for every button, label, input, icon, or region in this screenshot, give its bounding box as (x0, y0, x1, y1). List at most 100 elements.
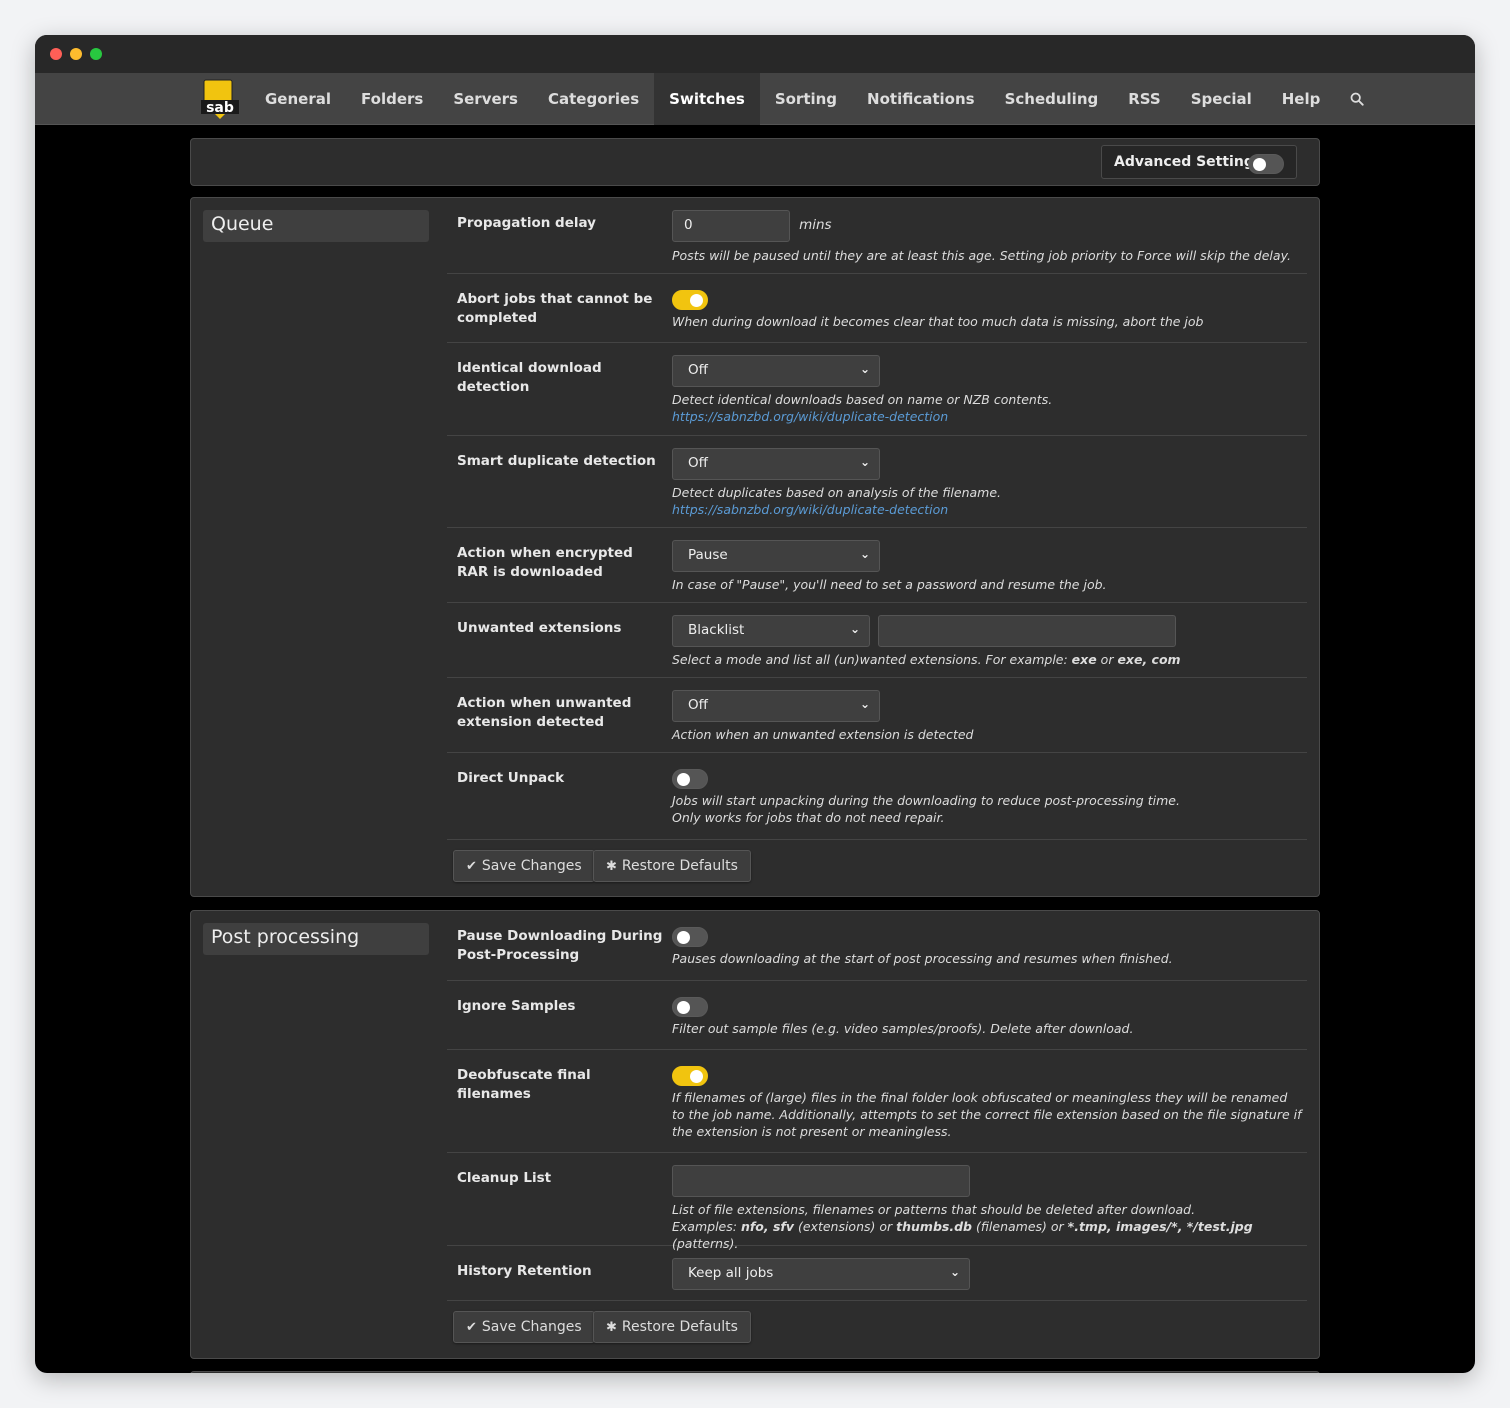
unwanted-mode-value: Blacklist (688, 622, 745, 638)
asterisk-icon: ✱ (606, 1319, 617, 1335)
smart-duplicate-link[interactable]: https://sabnzbd.org/wiki/duplicate-detec… (672, 501, 1302, 518)
direct-unpack-desc-2: Only works for jobs that do not need rep… (672, 810, 945, 825)
nav-notifications[interactable]: Notifications (852, 73, 990, 125)
maximize-window-button[interactable] (90, 48, 102, 60)
post-restore-button[interactable]: ✱ Restore Defaults (593, 1311, 751, 1343)
post-processing-section: Post processing Pause Downloading During… (190, 910, 1320, 1359)
identical-detection-select[interactable]: Off ⌄ (672, 355, 880, 387)
cleanup-list-desc: List of file extensions, filenames or pa… (672, 1202, 1196, 1217)
history-retention-select[interactable]: Keep all jobs ⌄ (672, 1258, 970, 1290)
ignore-samples-toggle[interactable] (672, 997, 708, 1017)
pause-downloading-desc: Pauses downloading at the start of post … (672, 951, 1173, 966)
logo-text: sab (206, 100, 234, 116)
history-retention-value: Keep all jobs (688, 1265, 774, 1281)
title-bar (35, 35, 1475, 73)
close-window-button[interactable] (50, 48, 62, 60)
setting-encrypted-rar: Action when encrypted RAR is downloaded … (447, 528, 1307, 603)
sab-logo[interactable]: sab (199, 78, 241, 120)
encrypted-rar-value: Pause (688, 547, 728, 563)
setting-unwanted-extensions: Unwanted extensions Blacklist ⌄ Select a… (447, 603, 1307, 678)
unwanted-extensions-input[interactable] (878, 615, 1177, 647)
setting-history-retention: History Retention Keep all jobs ⌄ (447, 1246, 1307, 1301)
chevron-down-icon: ⌄ (859, 697, 870, 711)
nav-rss[interactable]: RSS (1113, 73, 1175, 125)
direct-unpack-desc-1: Jobs will start unpacking during the dow… (672, 793, 1180, 808)
setting-pause-downloading: Pause Downloading During Post-Processing… (447, 911, 1307, 981)
nav-general[interactable]: General (250, 73, 346, 125)
settings-content: Advanced Settings Queue Propagation dela… (35, 125, 1475, 1373)
unwanted-action-label: Action when unwanted extension detected (457, 695, 632, 730)
minimize-window-button[interactable] (70, 48, 82, 60)
setting-identical-detection: Identical download detection Off ⌄ Detec… (447, 343, 1307, 436)
nav-servers[interactable]: Servers (438, 73, 533, 125)
cleanup-list-label: Cleanup List (457, 1170, 552, 1186)
direct-unpack-label: Direct Unpack (457, 770, 565, 786)
cleanup-list-input[interactable] (672, 1165, 970, 1197)
abort-jobs-label: Abort jobs that cannot be completed (457, 291, 653, 326)
advanced-settings-toggle-box[interactable]: Advanced Settings (1101, 145, 1297, 179)
unwanted-action-desc: Action when an unwanted extension is det… (672, 727, 974, 742)
unwanted-extensions-label: Unwanted extensions (457, 620, 622, 636)
unwanted-action-select[interactable]: Off ⌄ (672, 690, 880, 722)
nav-switches[interactable]: Switches (654, 73, 760, 125)
encrypted-rar-label: Action when encrypted RAR is downloaded (457, 545, 633, 580)
deobfuscate-desc: If filenames of (large) files in the fin… (672, 1090, 1302, 1139)
chevron-down-icon: ⌄ (949, 1265, 960, 1279)
queue-save-button[interactable]: ✔ Save Changes (453, 850, 595, 882)
smart-duplicate-select[interactable]: Off ⌄ (672, 448, 880, 480)
next-section-partial (190, 1371, 1320, 1373)
pause-downloading-label: Pause Downloading During Post-Processing (457, 928, 663, 963)
nav-help[interactable]: Help (1267, 73, 1336, 125)
chevron-down-icon: ⌄ (859, 455, 870, 469)
ignore-samples-desc: Filter out sample files (e.g. video samp… (672, 1021, 1134, 1036)
unwanted-action-value: Off (688, 697, 708, 713)
smart-duplicate-desc: Detect duplicates based on analysis of t… (672, 485, 1002, 500)
queue-restore-button[interactable]: ✱ Restore Defaults (593, 850, 751, 882)
nav-scheduling[interactable]: Scheduling (990, 73, 1114, 125)
browser-window: sab General Folders Servers Categories S… (35, 35, 1475, 1373)
setting-abort-jobs: Abort jobs that cannot be completed When… (447, 274, 1307, 343)
unwanted-mode-select[interactable]: Blacklist ⌄ (672, 615, 870, 647)
post-processing-section-title: Post processing (203, 923, 429, 955)
nav-folders[interactable]: Folders (346, 73, 438, 125)
asterisk-icon: ✱ (606, 858, 617, 874)
nav-special[interactable]: Special (1176, 73, 1267, 125)
check-icon: ✔ (466, 858, 477, 874)
search-button[interactable] (1335, 73, 1379, 125)
advanced-settings-toggle[interactable] (1248, 154, 1284, 174)
queue-settings: Propagation delay 0 mins Posts will be p… (447, 198, 1307, 890)
history-retention-label: History Retention (457, 1263, 592, 1279)
queue-section: Queue Propagation delay 0 mins Posts wil… (190, 197, 1320, 897)
propagation-delay-input[interactable]: 0 (672, 210, 790, 242)
search-icon (1350, 92, 1365, 106)
nav-sorting[interactable]: Sorting (760, 73, 852, 125)
setting-ignore-samples: Ignore Samples Filter out sample files (… (447, 981, 1307, 1050)
deobfuscate-label: Deobfuscate final filenames (457, 1067, 591, 1102)
chevron-down-icon: ⌄ (859, 547, 870, 561)
queue-actions: ✔ Save Changes ✱ Restore Defaults (447, 840, 1307, 890)
identical-detection-desc: Detect identical downloads based on name… (672, 392, 1053, 407)
nav-categories[interactable]: Categories (533, 73, 654, 125)
identical-detection-link[interactable]: https://sabnzbd.org/wiki/duplicate-detec… (672, 408, 1302, 425)
queue-section-title: Queue (203, 210, 429, 242)
direct-unpack-toggle[interactable] (672, 769, 708, 789)
pause-downloading-toggle[interactable] (672, 927, 708, 947)
abort-jobs-toggle[interactable] (672, 290, 708, 310)
setting-deobfuscate: Deobfuscate final filenames If filenames… (447, 1050, 1307, 1153)
deobfuscate-toggle[interactable] (672, 1066, 708, 1086)
setting-direct-unpack: Direct Unpack Jobs will start unpacking … (447, 753, 1307, 840)
propagation-delay-unit: mins (799, 217, 832, 233)
chevron-down-icon: ⌄ (859, 362, 870, 376)
propagation-delay-label: Propagation delay (457, 215, 596, 231)
check-icon: ✔ (466, 1319, 477, 1335)
encrypted-rar-select[interactable]: Pause ⌄ (672, 540, 880, 572)
abort-jobs-desc: When during download it becomes clear th… (672, 314, 1204, 329)
post-processing-settings: Pause Downloading During Post-Processing… (447, 911, 1307, 1351)
setting-cleanup-list: Cleanup List List of file extensions, fi… (447, 1153, 1307, 1251)
setting-smart-duplicate: Smart duplicate detection Off ⌄ Detect d… (447, 436, 1307, 528)
post-save-button[interactable]: ✔ Save Changes (453, 1311, 595, 1343)
setting-unwanted-action: Action when unwanted extension detected … (447, 678, 1307, 753)
chevron-down-icon: ⌄ (849, 622, 860, 636)
setting-propagation-delay: Propagation delay 0 mins Posts will be p… (447, 198, 1307, 274)
advanced-settings-label: Advanced Settings (1114, 154, 1263, 170)
